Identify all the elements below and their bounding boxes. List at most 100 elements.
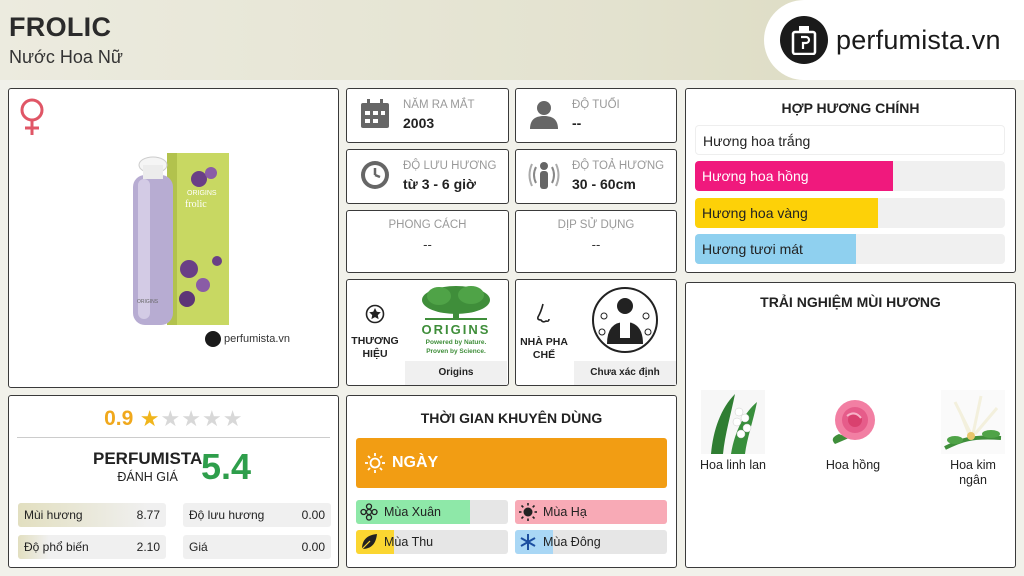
metric-bar: Độ phổ biến 2.10 (18, 535, 166, 559)
info-card-sillage: ĐỘ TOẢ HƯƠNG 30 - 60cm (515, 149, 677, 204)
notes-panel: TRẢI NGHIỆM MÙI HƯƠNG Hoa linh lan Hoa h… (685, 282, 1016, 568)
divider (17, 437, 330, 438)
metric-value: 8.77 (136, 508, 160, 522)
perfumista-rating-label: PERFUMISTA ĐÁNH GIÁ (93, 449, 202, 484)
rating-panel: 0.9 ★★★★★ PERFUMISTA ĐÁNH GIÁ 5.4 Mùi hư… (8, 395, 339, 568)
clock-icon (359, 159, 391, 196)
accord-bar: Hương hoa hồng (695, 161, 1005, 191)
watermark: perfumista.vn (205, 331, 290, 347)
brand-logo-line1: Powered by Nature. (426, 339, 487, 346)
accord-label: Hương hoa vàng (702, 205, 808, 221)
style-value: -- (423, 237, 432, 252)
sillage-person-icon (528, 159, 560, 196)
user-rating[interactable]: 0.9 ★★★★★ (9, 406, 338, 432)
metric-label: Độ lưu hương (189, 508, 265, 522)
season-bar: Mùa Hạ (515, 500, 667, 524)
calendar-icon (359, 98, 391, 135)
female-symbol-icon (17, 97, 47, 142)
site-logo-text: perfumista.vn (836, 24, 1001, 55)
accords-panel: HỢP HƯƠNG CHÍNH Hương hoa trắng Hương ho… (685, 88, 1016, 273)
note-image (941, 390, 1005, 454)
metric-bar: Mùi hương 8.77 (18, 503, 166, 527)
time-panel: THỜI GIAN KHUYÊN DÙNG NGÀY Mùa Xuân Mùa … (346, 395, 677, 568)
perfumista-sub: ĐÁNH GIÁ (117, 470, 178, 484)
season-label: Mùa Đông (543, 535, 601, 549)
accords-title: HỢP HƯƠNG CHÍNH (781, 100, 920, 116)
metric-label: Mùi hương (24, 508, 83, 522)
metric-bar: Độ lưu hương 0.00 (183, 503, 331, 527)
note-label: Hoa kim ngân (950, 458, 996, 487)
note-item[interactable]: Hoa kim ngân (938, 390, 1008, 488)
accord-bar: Hương hoa vàng (695, 198, 1005, 228)
year-label: NĂM RA MẮT (403, 99, 475, 111)
note-label: Hoa hồng (825, 458, 881, 472)
leaf-icon (360, 533, 378, 551)
brand-logo-title: ORIGINS (422, 322, 491, 337)
star-icon[interactable]: ★ (223, 406, 243, 431)
star-icon[interactable]: ★ (202, 406, 222, 431)
brand-logo: ORIGINS Powered by Nature. Proven by Sci… (405, 282, 507, 362)
age-value: -- (572, 115, 582, 131)
time-title: THỜI GIAN KHUYÊN DÙNG (420, 410, 603, 426)
svg-text:ORIGINS: ORIGINS (137, 299, 159, 305)
season-bar: Mùa Đông (515, 530, 667, 554)
perfumista-name: PERFUMISTA (93, 449, 203, 468)
star-rating[interactable]: ★★★★★ (139, 406, 243, 432)
day-bar: NGÀY (356, 438, 667, 488)
occasion-value: -- (591, 237, 601, 252)
sillage-label: ĐỘ TOẢ HƯƠNG (572, 160, 665, 172)
metric-label: Độ phổ biến (24, 540, 89, 554)
info-card-longevity: ĐỘ LƯU HƯƠNG từ 3 - 6 giờ (346, 149, 509, 204)
perfumista-score: 5.4 (201, 446, 252, 487)
site-logo[interactable]: perfumista.vn (764, 0, 1024, 80)
perfumer-side: NHÀ PHA CHẾ (516, 280, 572, 385)
metric-label: Giá (189, 540, 208, 554)
season-label: Mùa Thu (384, 535, 434, 549)
longevity-label: ĐỘ LƯU HƯƠNG (403, 160, 497, 172)
accord-label: Hương hoa trắng (703, 133, 811, 149)
accord-label: Hương hoa hồng (702, 168, 809, 184)
metric-value: 0.00 (301, 540, 325, 554)
svg-text:ORIGINS: ORIGINS (187, 190, 217, 197)
product-panel: ORIGINS frolic ORIGINS perfumista.vn (8, 88, 339, 388)
star-icon[interactable]: ★ (140, 406, 160, 431)
note-item[interactable]: Hoa linh lan (698, 390, 768, 473)
page-title: FROLIC (9, 12, 112, 42)
info-card-occasion: DỊP SỬ DỤNG -- (515, 210, 677, 273)
metric-value: 2.10 (136, 540, 160, 554)
notes-title: TRẢI NGHIỆM MÙI HƯƠNG (760, 294, 941, 310)
person-icon (528, 98, 560, 135)
metric-bar: Giá 0.00 (183, 535, 331, 559)
nose-icon (534, 303, 554, 330)
watermark-logo-icon (205, 331, 221, 347)
accord-label: Hương tươi mát (702, 241, 803, 257)
brand-side: THƯƠNG HIỆU (347, 280, 403, 385)
accord-bar: Hương tươi mát (695, 234, 1005, 264)
product-image: ORIGINS frolic ORIGINS (129, 149, 239, 334)
user-rating-score: 0.9 (104, 407, 134, 430)
note-image (821, 390, 885, 454)
metric-value: 0.00 (301, 508, 325, 522)
occasion-label: DỊP SỬ DỤNG (557, 219, 635, 231)
age-label: ĐỘ TUỔI (572, 99, 620, 111)
note-label: Hoa linh lan (699, 458, 766, 472)
star-icon[interactable]: ★ (161, 406, 181, 431)
brand-name: Origins (405, 361, 507, 385)
perfume-bottle-logo-icon (780, 16, 828, 64)
star-icon[interactable]: ★ (181, 406, 201, 431)
season-bar: Mùa Xuân (356, 500, 508, 524)
perfumer-image (574, 282, 676, 362)
info-card-style: PHONG CÁCH -- (346, 210, 509, 273)
brand-card[interactable]: THƯƠNG HIỆU ORIGINS Powered by Nature. P… (346, 279, 509, 386)
note-item[interactable]: Hoa hồng (818, 390, 888, 473)
info-card-age: ĐỘ TUỔI -- (515, 88, 677, 143)
page-subtitle: Nước Hoa Nữ (9, 47, 123, 67)
sun-icon (519, 503, 537, 521)
star-badge-icon (365, 304, 385, 329)
perfumer-label: NHÀ PHA CHẾ (520, 336, 568, 361)
watermark-text: perfumista.vn (224, 333, 291, 345)
longevity-value: từ 3 - 6 giờ (403, 176, 476, 192)
season-label: Mùa Xuân (384, 505, 441, 519)
perfumer-card[interactable]: NHÀ PHA CHẾ Chưa xác định (515, 279, 677, 386)
sillage-value: 30 - 60cm (572, 176, 636, 192)
